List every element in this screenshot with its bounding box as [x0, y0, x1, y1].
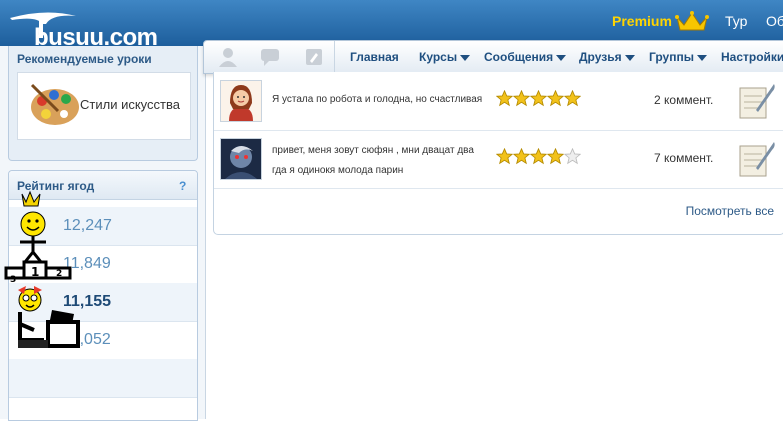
nav-messages-label: Сообщения	[484, 50, 554, 64]
rating-stars	[496, 148, 581, 166]
star-filled-icon	[547, 148, 564, 165]
nav-groups-label: Группы	[649, 50, 694, 64]
svg-text:3: 3	[10, 275, 16, 285]
nav-messages[interactable]: Сообщения	[484, 50, 567, 64]
nav-settings[interactable]: Настройки	[721, 50, 783, 64]
star-filled-icon	[513, 90, 530, 107]
premium-link[interactable]: Premium	[612, 13, 672, 29]
chevron-down-icon	[624, 54, 635, 61]
user-avatar[interactable]	[220, 138, 262, 180]
post-text[interactable]: привет, меня зовут сюфян , мни двацат дв…	[272, 141, 482, 181]
nav-courses-label: Курсы	[419, 50, 458, 64]
user-avatar[interactable]	[220, 80, 262, 122]
nav-divider	[334, 41, 335, 73]
chevron-down-icon	[556, 54, 567, 61]
rating-stars	[496, 90, 581, 108]
about-link[interactable]: Об	[766, 13, 783, 29]
star-filled-icon	[564, 90, 581, 107]
star-filled-icon	[547, 90, 564, 107]
star-filled-icon	[496, 148, 513, 165]
chat-bubble-icon[interactable]	[260, 47, 280, 67]
lesson-label: Стили искусства	[80, 97, 180, 112]
posts-panel: Я устала по робота и голодна, но счастли…	[213, 72, 783, 235]
tour-link[interactable]: Тур	[725, 13, 747, 29]
nav-groups[interactable]: Группы	[649, 50, 707, 64]
star-filled-icon	[530, 148, 547, 165]
nav-home[interactable]: Главная	[350, 50, 399, 64]
post-row: Я устала по робота и голодна, но счастли…	[214, 72, 783, 131]
nav-settings-label: Настройки	[721, 50, 783, 64]
write-note-icon[interactable]	[736, 138, 778, 180]
write-note-icon[interactable]	[736, 80, 778, 122]
post-row: привет, меня зовут сюфян , мни двацат дв…	[214, 130, 783, 189]
star-filled-icon	[530, 90, 547, 107]
star-filled-icon	[496, 90, 513, 107]
svg-text:2: 2	[56, 269, 62, 279]
see-all-link[interactable]: Посмотреть все	[686, 204, 774, 218]
chevron-down-icon	[460, 54, 471, 61]
star-empty-icon	[564, 148, 581, 165]
ranking-row	[9, 359, 197, 398]
comment-count[interactable]: 2 коммент.	[654, 93, 713, 107]
nav-friends-label: Друзья	[579, 50, 622, 64]
recommended-title: Рекомендуемые уроки	[17, 52, 152, 66]
logo[interactable]: busuu.com	[6, 6, 176, 51]
lesson-card[interactable]: Стили искусства	[17, 72, 191, 140]
recommended-lessons-box: Рекомендуемые уроки Стили искусства	[8, 46, 198, 161]
chevron-down-icon	[696, 54, 707, 61]
main-nav: Главная Курсы Сообщения Друзья Группы На…	[203, 40, 783, 74]
star-filled-icon	[513, 148, 530, 165]
comment-count[interactable]: 7 коммент.	[654, 151, 713, 165]
art-palette-icon	[30, 83, 79, 125]
crown-icon[interactable]	[675, 11, 709, 33]
help-link[interactable]: ?	[179, 179, 186, 193]
post-text[interactable]: Я устала по робота и голодна, но счастли…	[272, 90, 482, 110]
edit-icon[interactable]	[304, 47, 324, 67]
svg-text:1: 1	[31, 265, 39, 279]
podium-doodle-icon: 1 3 2	[4, 190, 80, 348]
profile-icon[interactable]	[218, 47, 238, 67]
nav-friends[interactable]: Друзья	[579, 50, 635, 64]
nav-courses[interactable]: Курсы	[419, 50, 471, 64]
